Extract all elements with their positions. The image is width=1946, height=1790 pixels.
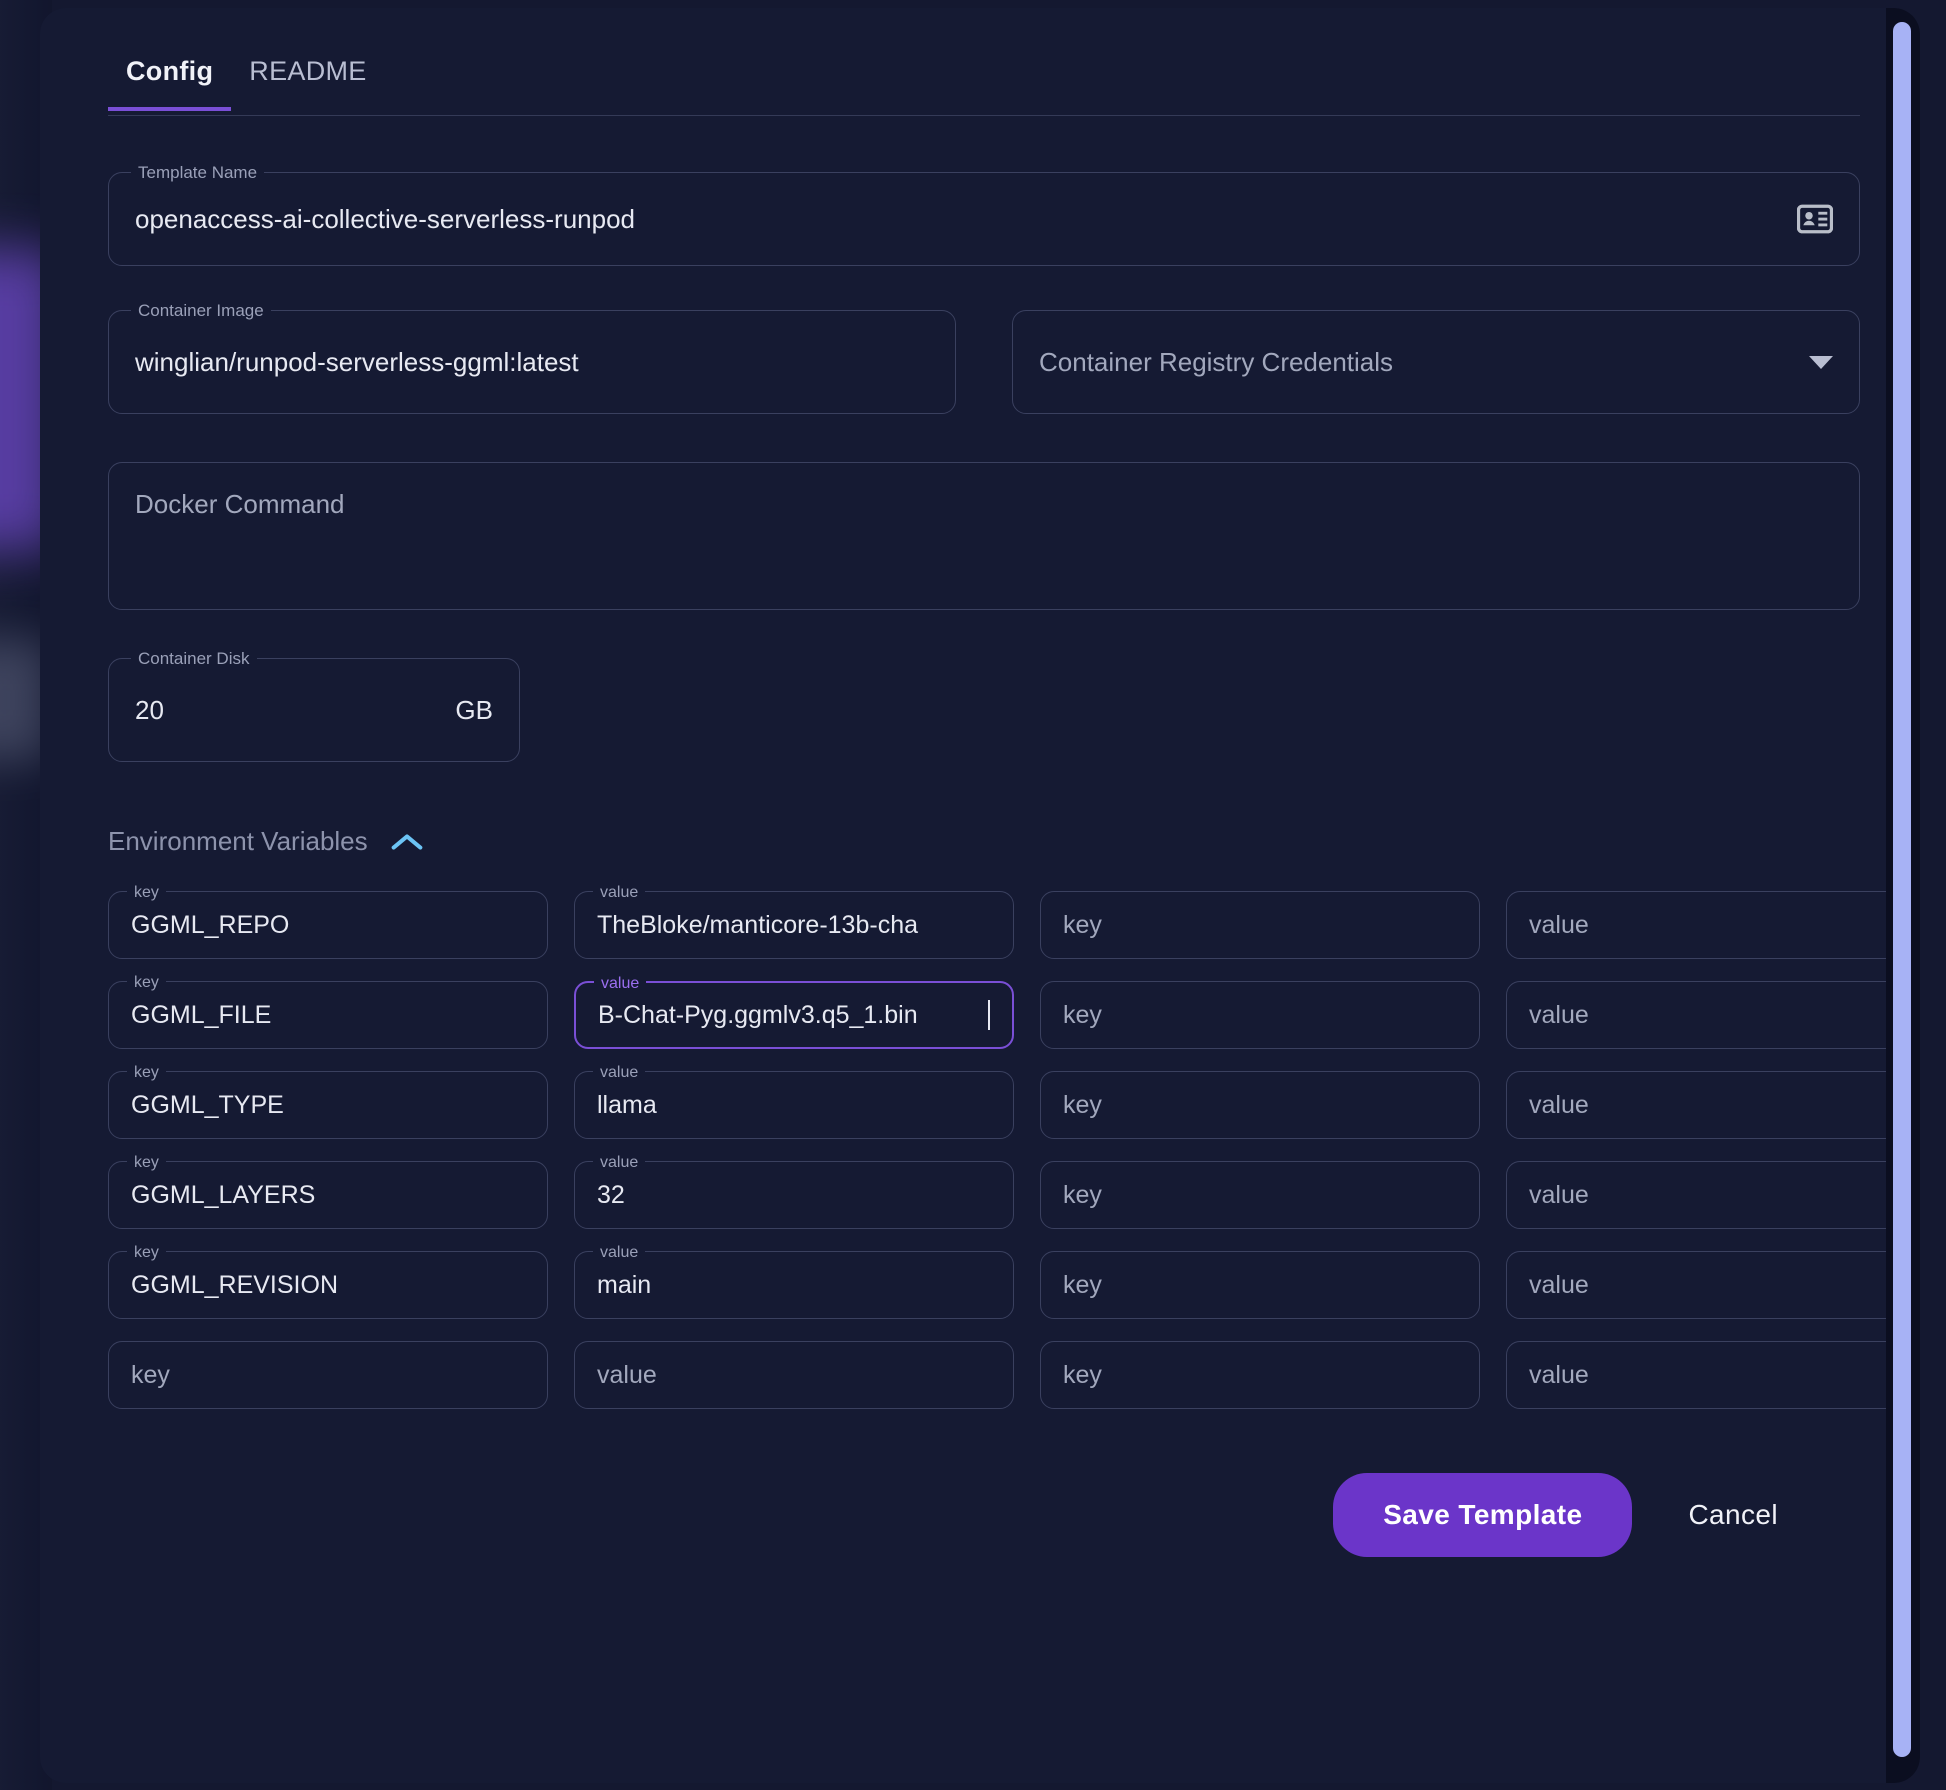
env-key-placeholder: key [1063, 1180, 1102, 1209]
env-key-value: GGML_REPO [131, 910, 290, 939]
environment-variables-grid: key GGML_REPO value TheBloke/manticore-13b-… [108, 882, 1920, 1409]
env-value-field[interactable]: value [1506, 891, 1920, 959]
docker-command-textarea[interactable]: Docker Command [108, 462, 1860, 610]
env-key-field[interactable]: key [1040, 1341, 1480, 1409]
env-value-value: TheBloke/manticore-13b-cha [597, 910, 918, 939]
env-value-field[interactable]: value B-Chat-Pyg.ggmlv3.q5_1.bin [574, 973, 1014, 1049]
env-key-placeholder: key [1063, 1360, 1102, 1389]
env-value-field[interactable]: value [1506, 1341, 1920, 1409]
cancel-button[interactable]: Cancel [1672, 1479, 1794, 1551]
template-editor-modal: Config README Template Name openaccess-a… [40, 8, 1920, 1783]
registry-credentials-placeholder: Container Registry Credentials [1039, 346, 1394, 377]
env-key-placeholder: key [1063, 1000, 1102, 1029]
environment-variables-header[interactable]: Environment Variables [108, 826, 1860, 857]
env-value-value: llama [597, 1090, 657, 1119]
tab-readme[interactable]: README [231, 48, 384, 107]
container-image-field[interactable]: Container Image winglian/runpod-serverle… [108, 300, 956, 414]
vertical-scrollbar-thumb[interactable] [1893, 22, 1911, 1757]
container-disk-unit: GB [455, 694, 493, 725]
tab-config[interactable]: Config [108, 48, 232, 111]
environment-variables-title: Environment Variables [108, 826, 368, 856]
template-name-value: openaccess-ai-collective-serverless-runp… [135, 203, 635, 234]
env-key-field[interactable]: key [1040, 1071, 1480, 1139]
env-key-field[interactable]: key GGML_REVISION [108, 1242, 548, 1319]
container-disk-field[interactable]: Container Disk 20 GB [108, 648, 520, 762]
modal-scroll-area: Config README Template Name openaccess-a… [40, 8, 1920, 1783]
env-value-label: value [593, 1062, 646, 1084]
template-name-field[interactable]: Template Name openaccess-ai-collective-s… [108, 162, 1860, 266]
chevron-up-icon[interactable] [390, 832, 424, 852]
env-key-field[interactable]: key [1040, 1251, 1480, 1319]
template-name-row: Template Name openaccess-ai-collective-s… [108, 162, 1860, 266]
env-key-field[interactable]: key GGML_REPO [108, 882, 548, 959]
env-key-value: GGML_TYPE [131, 1090, 284, 1119]
env-value-field[interactable]: value [1506, 1251, 1920, 1319]
env-value-value: main [597, 1270, 652, 1299]
env-value-placeholder: value [1529, 1270, 1589, 1299]
env-value-field[interactable]: value [1506, 1161, 1920, 1229]
container-image-value: winglian/runpod-serverless-ggml:latest [135, 346, 579, 377]
container-disk-label: Container Disk [131, 648, 257, 670]
env-value-field[interactable]: value [574, 1341, 1014, 1409]
env-key-label: key [127, 972, 166, 994]
env-value-value: B-Chat-Pyg.ggmlv3.q5_1.bin [598, 1000, 918, 1029]
env-key-label: key [127, 1242, 166, 1264]
env-value-label: value [593, 1242, 646, 1264]
env-value-value: 32 [597, 1180, 625, 1209]
tab-bar: Config README [108, 48, 1860, 116]
chevron-down-icon[interactable] [1809, 355, 1833, 369]
env-value-field[interactable]: value 32 [574, 1152, 1014, 1229]
env-key-label: key [127, 1062, 166, 1084]
env-key-field[interactable]: key [1040, 891, 1480, 959]
template-name-label: Template Name [131, 162, 265, 184]
env-key-value: GGML_LAYERS [131, 1180, 316, 1209]
docker-command-placeholder: Docker Command [135, 489, 345, 519]
container-disk-value: 20 [135, 694, 164, 725]
env-key-field[interactable]: key [108, 1341, 548, 1409]
env-key-field[interactable]: key GGML_TYPE [108, 1062, 548, 1139]
env-value-label: value [593, 1152, 646, 1174]
text-cursor [988, 1000, 990, 1030]
env-key-field[interactable]: key [1040, 1161, 1480, 1229]
save-template-button[interactable]: Save Template [1333, 1473, 1633, 1557]
env-key-placeholder: key [1063, 1090, 1102, 1119]
env-key-placeholder: key [1063, 1270, 1102, 1299]
env-key-label: key [127, 1152, 166, 1174]
env-key-field[interactable]: key [1040, 981, 1480, 1049]
container-image-row: Container Image winglian/runpod-serverle… [108, 300, 1860, 414]
env-key-field[interactable]: key GGML_FILE [108, 972, 548, 1049]
env-value-field[interactable]: value main [574, 1242, 1014, 1319]
env-value-placeholder: value [1529, 910, 1589, 939]
env-key-placeholder: key [1063, 910, 1102, 939]
env-value-label: value [593, 882, 646, 904]
env-value-placeholder: value [1529, 1180, 1589, 1209]
env-value-field[interactable]: value TheBloke/manticore-13b-cha [574, 882, 1014, 959]
env-key-label: key [127, 882, 166, 904]
env-value-placeholder: value [1529, 1360, 1589, 1389]
env-value-placeholder: value [1529, 1000, 1589, 1029]
env-key-value: GGML_FILE [131, 1000, 272, 1029]
env-value-field[interactable]: value [1506, 1071, 1920, 1139]
vertical-scrollbar-track[interactable] [1886, 8, 1920, 1783]
env-value-label: value [594, 973, 647, 995]
env-value-placeholder: value [1529, 1090, 1589, 1119]
modal-footer: Save Template Cancel [108, 1473, 1860, 1557]
env-value-field[interactable]: value [1506, 981, 1920, 1049]
env-key-placeholder: key [131, 1360, 170, 1389]
env-value-placeholder: value [597, 1360, 657, 1389]
env-key-field[interactable]: key GGML_LAYERS [108, 1152, 548, 1229]
registry-credentials-select[interactable]: Container Registry Credentials [1012, 310, 1860, 414]
contact-card-icon[interactable] [1796, 204, 1834, 234]
container-image-label: Container Image [131, 300, 271, 322]
env-key-value: GGML_REVISION [131, 1270, 338, 1299]
env-value-field[interactable]: value llama [574, 1062, 1014, 1139]
